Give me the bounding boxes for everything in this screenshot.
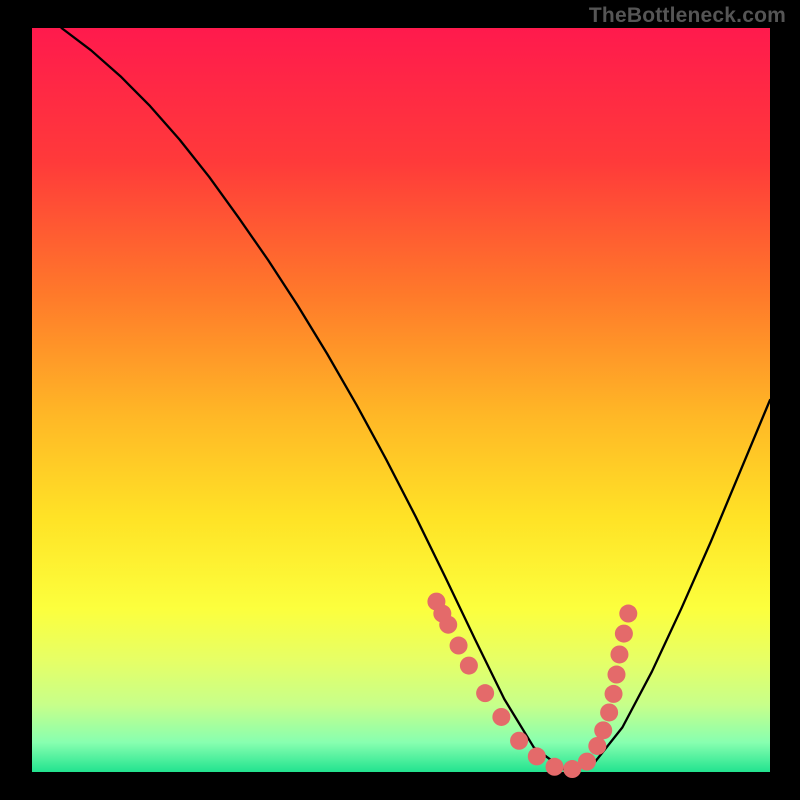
curve-marker bbox=[546, 758, 564, 776]
curve-marker bbox=[510, 732, 528, 750]
curve-marker bbox=[492, 708, 510, 726]
curve-marker bbox=[610, 645, 628, 663]
curve-marker bbox=[594, 721, 612, 739]
curve-marker bbox=[476, 684, 494, 702]
curve-marker bbox=[605, 685, 623, 703]
curve-marker bbox=[588, 737, 606, 755]
bottleneck-chart bbox=[0, 0, 800, 800]
curve-marker bbox=[528, 747, 546, 765]
chart-stage: TheBottleneck.com bbox=[0, 0, 800, 800]
curve-marker bbox=[460, 657, 478, 675]
curve-marker bbox=[578, 753, 596, 771]
curve-marker bbox=[608, 666, 626, 684]
watermark-text: TheBottleneck.com bbox=[589, 4, 786, 28]
curve-marker bbox=[600, 703, 618, 721]
curve-marker bbox=[439, 616, 457, 634]
curve-marker bbox=[619, 605, 637, 623]
curve-marker bbox=[615, 625, 633, 643]
curve-marker bbox=[450, 637, 468, 655]
plot-background bbox=[32, 28, 770, 772]
